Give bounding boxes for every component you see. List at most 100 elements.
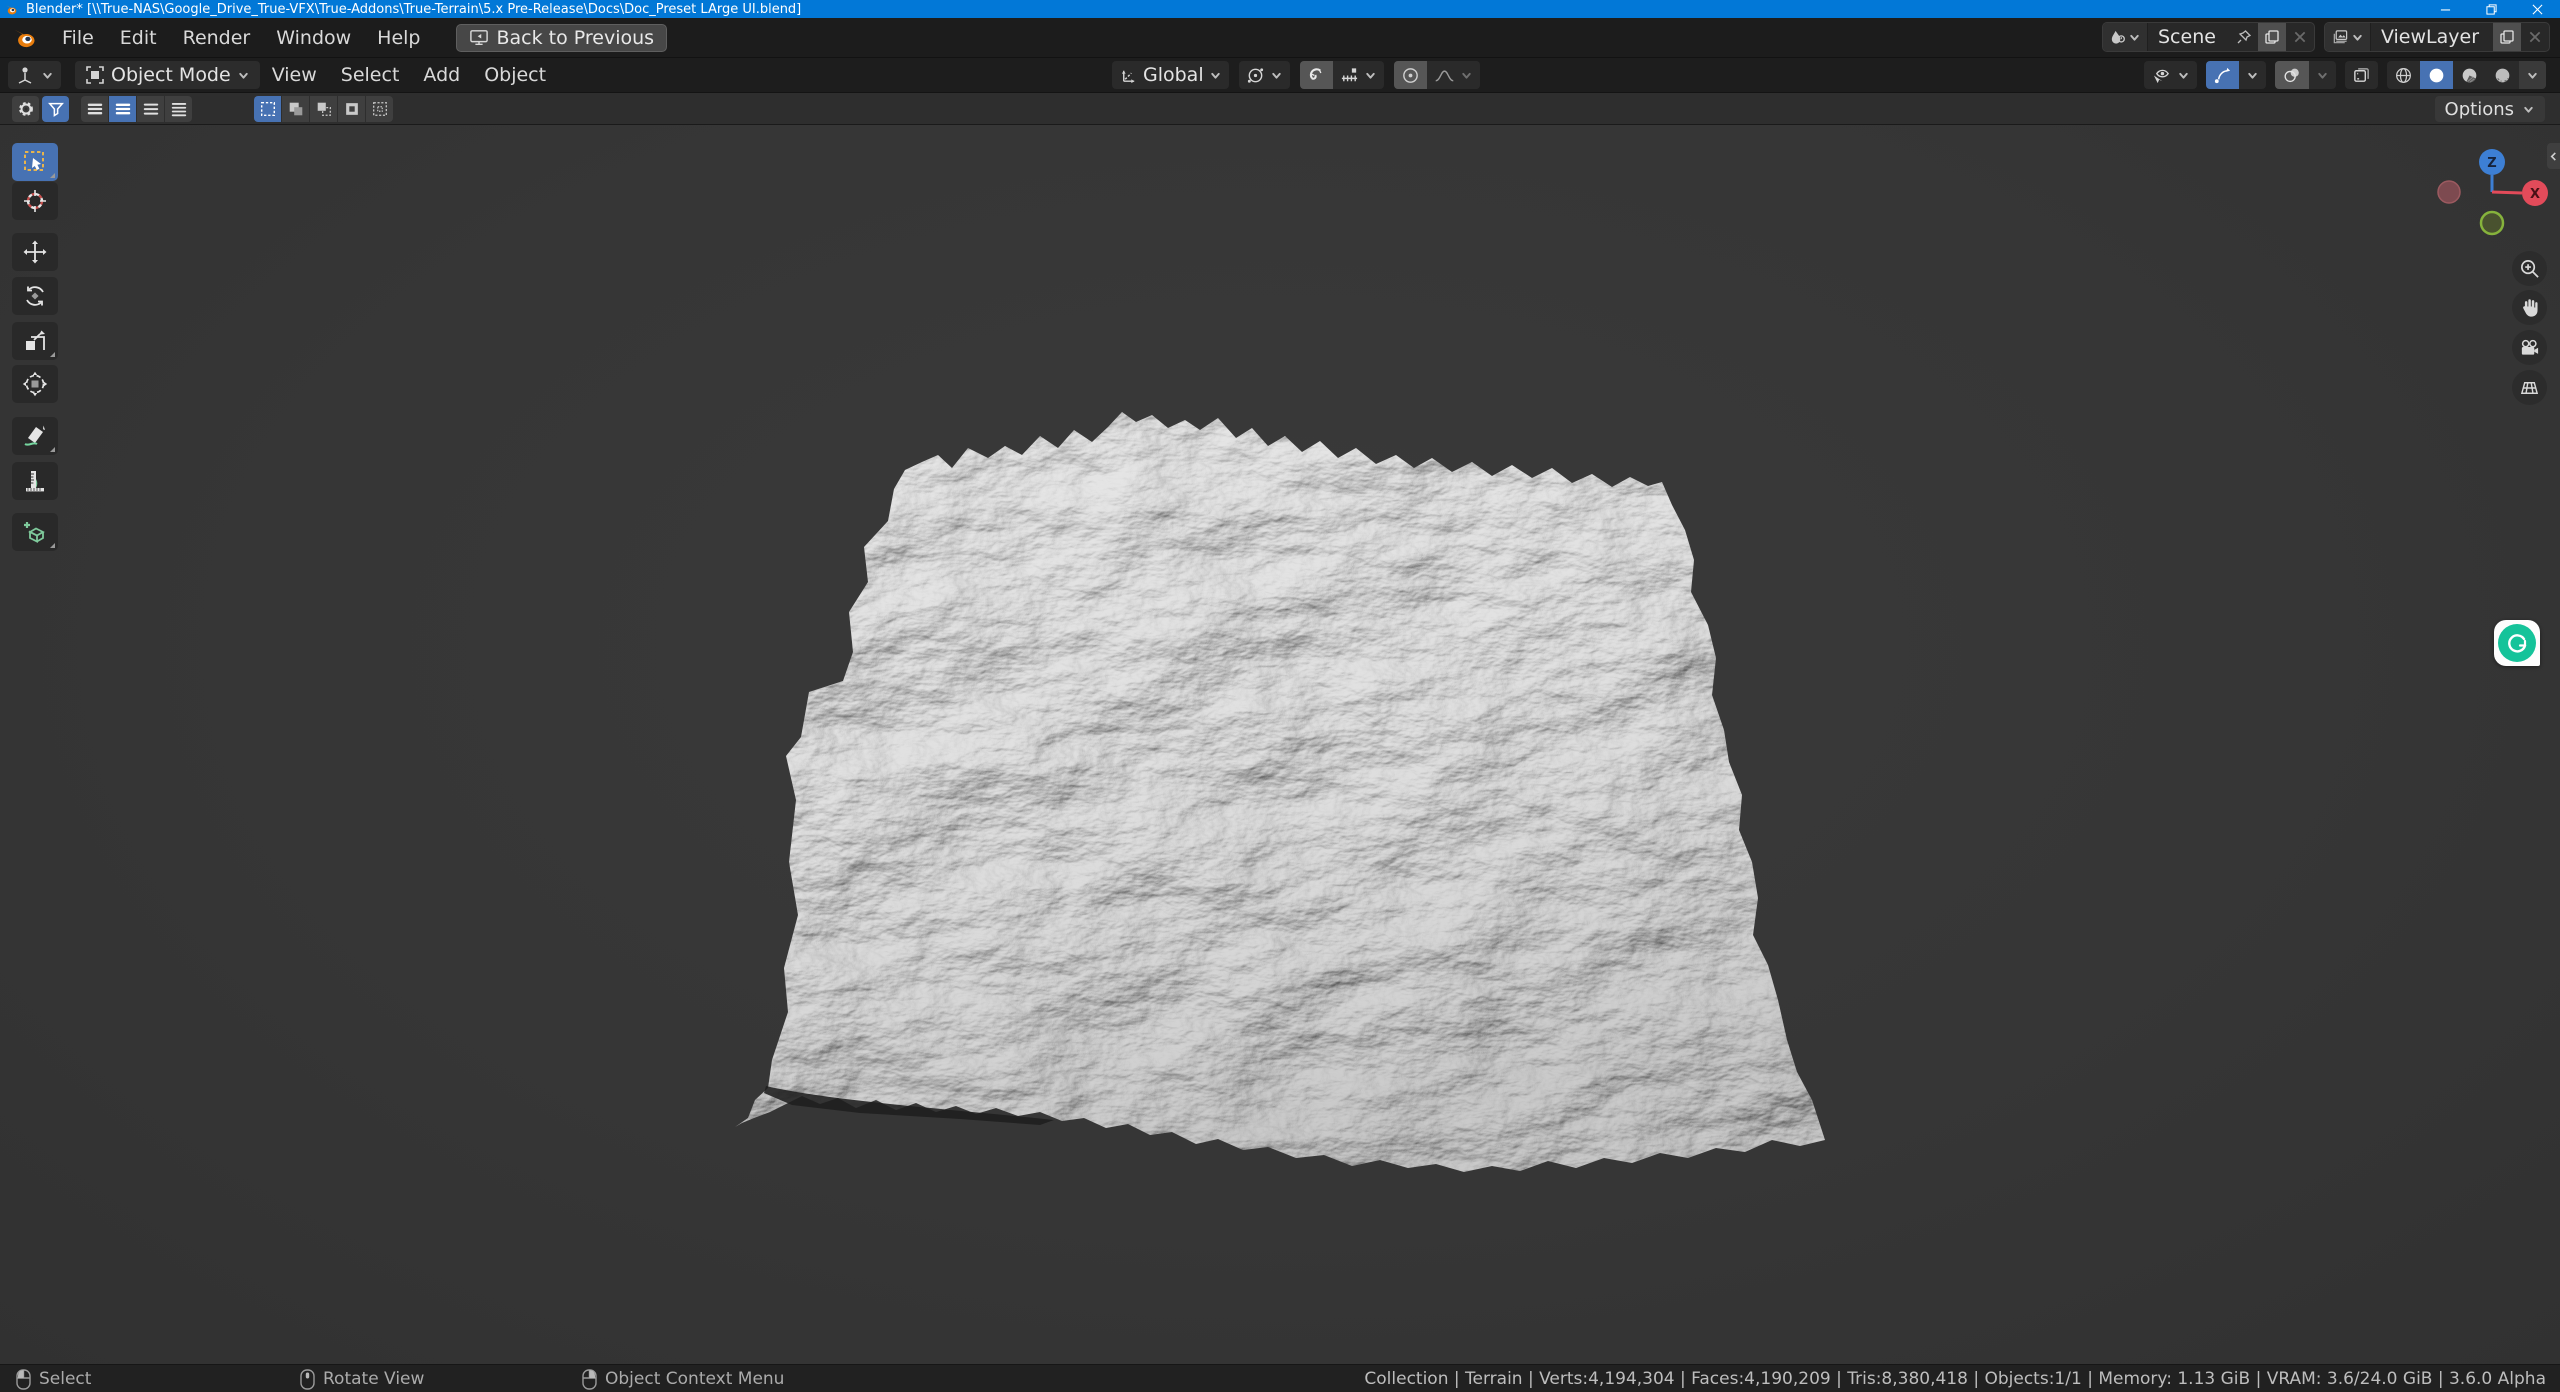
chevron-down-icon [2179,72,2188,79]
display-rows-3-button[interactable] [137,95,164,122]
shading-rendered-button[interactable] [2486,61,2519,89]
new-viewlayer-button[interactable] [2493,23,2521,51]
chevron-left-icon [2550,151,2556,161]
mouse-left-icon [16,1368,31,1390]
pivot-point-dropdown[interactable] [1238,61,1290,89]
menu-select[interactable]: Select [329,60,412,90]
scene-name[interactable]: Scene [2148,26,2230,48]
chevron-down-icon [43,72,52,79]
menu-file[interactable]: File [49,22,107,54]
xray-toggle[interactable] [2345,61,2378,89]
select-box-tool[interactable] [12,143,58,181]
show-gizmo-toggle[interactable] [2206,61,2239,89]
menu-edit[interactable]: Edit [107,22,170,54]
pan-button[interactable] [2512,290,2547,325]
transform-orientation-dropdown[interactable]: Global [1112,61,1229,89]
display-rows-2-button[interactable] [109,95,136,122]
snap-to-dropdown[interactable] [1333,61,1384,89]
new-scene-button[interactable] [2257,23,2286,51]
menu-render[interactable]: Render [170,22,264,54]
remove-viewlayer-button[interactable] [2521,23,2549,51]
show-overlays-toggle[interactable] [2275,61,2309,89]
viewlayer-browse-button[interactable] [2324,23,2371,51]
camera-view-button[interactable] [2512,330,2547,365]
select-subtract-icon [317,102,331,116]
shading-solid-icon [2429,68,2444,82]
axis-gizmo[interactable]: Z X [2395,140,2560,250]
grammarly-widget[interactable] [2494,620,2540,666]
falloff-dropdown[interactable] [1426,61,1480,89]
viewport-header: Object Mode View Select Add Object Globa… [0,58,2560,93]
select-extend-button[interactable] [282,95,309,122]
move-tool-icon [23,240,47,264]
select-intersect-button[interactable] [366,95,393,122]
visibility-dropdown[interactable] [2144,61,2197,89]
list-rows-icon [171,102,186,116]
titlebar[interactable]: Blender* [\\True-NAS\Google_Drive_True-V… [0,0,2560,18]
overlays-controls [2275,61,2336,89]
display-rows-4-button[interactable] [165,95,192,122]
gizmo-x-neg-ball[interactable] [2437,180,2461,204]
measure-tool[interactable] [12,462,58,500]
select-box-tool-icon [24,151,44,171]
unlink-scene-button[interactable] [2286,23,2314,51]
shading-solid-button[interactable] [2420,61,2453,89]
rotate-tool[interactable] [12,277,58,315]
mouse-right-icon [582,1368,597,1390]
ortho-grid-icon [2520,382,2539,394]
scene-stats: Collection | Terrain | Verts:4,194,304 |… [1364,1369,2546,1389]
sidebar-toggle[interactable] [2547,143,2560,169]
viewlayer-name[interactable]: ViewLayer [2371,26,2493,48]
pin-scene-button[interactable] [2230,23,2258,51]
proportional-edit-toggle[interactable] [1393,61,1427,89]
menu-help[interactable]: Help [364,22,433,54]
back-to-previous-button[interactable]: Back to Previous [455,23,668,52]
chevron-down-icon [1365,72,1375,79]
snap-toggle[interactable] [1299,61,1333,89]
shading-material-button[interactable] [2453,61,2486,89]
add-cube-tool[interactable] [12,513,58,551]
mode-dropdown[interactable]: Object Mode [75,61,260,89]
scene-browse-button[interactable] [2103,23,2148,51]
hint-object-context-menu-label: Object Context Menu [605,1369,785,1389]
options-dropdown[interactable]: Options [2434,96,2545,122]
overlays-dropdown[interactable] [2309,61,2336,89]
shading-dropdown[interactable] [2519,61,2546,89]
select-mode-buttons [254,95,393,122]
gizmo-y-ball[interactable] [2479,210,2505,236]
restore-button[interactable] [2468,0,2514,18]
transform-tool[interactable] [12,365,58,403]
gizmo-dropdown[interactable] [2239,61,2266,89]
snap-magnet-icon [1309,67,1322,80]
select-subtract-button[interactable] [310,95,337,122]
move-tool[interactable] [12,233,58,271]
pan-hand-icon [2523,299,2538,317]
close-button[interactable] [2514,0,2560,18]
blender-logo[interactable] [13,26,37,50]
ortho-toggle-button[interactable] [2512,370,2547,405]
select-set-button[interactable] [254,95,281,122]
blender-logo [6,4,17,14]
duplicate-icon [2500,30,2514,44]
menu-window[interactable]: Window [263,22,364,54]
menu-object[interactable]: Object [472,60,558,90]
select-invert-button[interactable] [338,95,365,122]
minimize-button[interactable] [2422,0,2468,18]
object-mode-icon [86,66,104,84]
shading-wireframe-button[interactable] [2387,61,2420,89]
menu-view[interactable]: View [260,60,329,90]
editor-type-button[interactable] [8,61,61,89]
cursor-tool[interactable] [12,182,58,220]
terrain-mesh[interactable] [0,125,2560,1364]
menu-add[interactable]: Add [411,60,472,90]
zoom-button[interactable] [2512,251,2547,286]
tool-filter-button[interactable] [42,95,69,122]
scale-tool[interactable] [12,322,58,360]
annotate-tool[interactable] [12,417,58,455]
chevron-down-icon [2248,72,2257,79]
close-icon [2529,31,2541,43]
chevron-down-icon [2318,72,2327,79]
display-rows-1-button[interactable] [81,95,108,122]
viewport-3d[interactable]: Z X [0,125,2560,1364]
active-tool-settings-button[interactable] [12,95,39,122]
